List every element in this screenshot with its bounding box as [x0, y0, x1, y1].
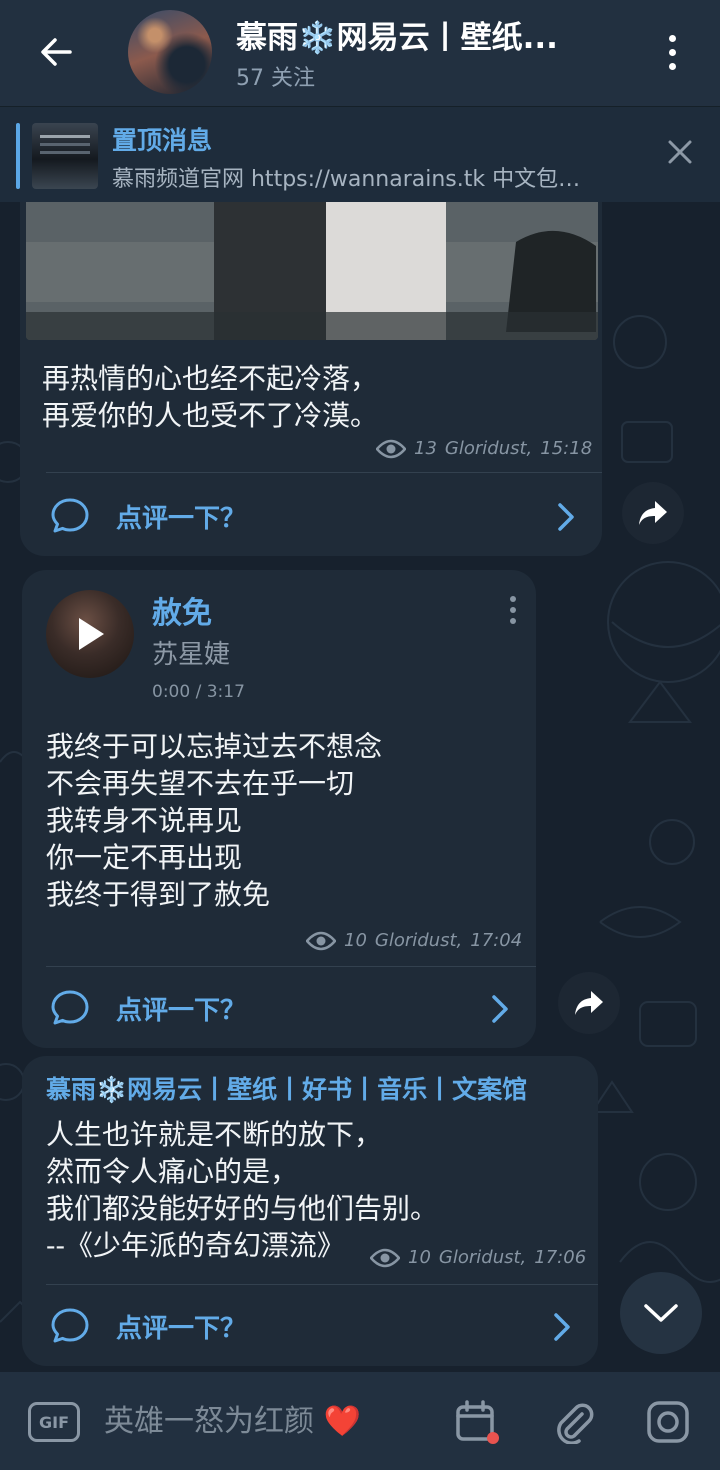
share-icon	[639, 501, 667, 525]
post-author: Gloridust	[374, 930, 457, 951]
message-meta-3: 10 Gloridust, 17:06	[370, 1247, 586, 1268]
comment-icon	[51, 1308, 89, 1343]
post-time: 17:06	[534, 1247, 587, 1268]
channel-subscriber-count: 57 关注	[236, 66, 315, 91]
chevron-down-icon	[644, 1304, 678, 1322]
attach-icon	[557, 1403, 594, 1444]
view-count: 10	[408, 1247, 431, 1268]
pinned-text: 慕雨频道官网 https://wannarains.tk 中文包…	[112, 167, 581, 192]
pinned-thumbnail	[32, 123, 98, 189]
more-vert-icon	[510, 596, 516, 602]
camera-icon	[647, 1401, 689, 1443]
song-title: 赦免	[152, 596, 212, 631]
share-button-2[interactable]	[558, 972, 620, 1034]
post-time: 17:04	[470, 930, 523, 951]
photo-content	[26, 202, 598, 340]
comment-divider	[46, 1284, 598, 1285]
comment-row-1[interactable]: 点评一下？	[20, 474, 602, 556]
scroll-down-button[interactable]	[620, 1272, 702, 1354]
camera-button[interactable]	[644, 1398, 692, 1446]
calendar-icon	[456, 1400, 499, 1444]
eye-icon	[376, 439, 406, 458]
song-time: 0:00 / 3:17	[152, 682, 245, 702]
pinned-message-bar[interactable]: 置顶消息 慕雨频道官网 https://wannarains.tk 中文包…	[0, 106, 720, 202]
post-time: 15:18	[540, 438, 593, 459]
channel-title[interactable]: 慕雨❄️网易云丨壁纸...	[236, 12, 616, 57]
chevron-right-icon	[558, 503, 574, 531]
comment-label: 点评一下？	[116, 504, 247, 534]
pinned-accent-line	[16, 123, 20, 189]
message-text-3: 人生也许就是不断的放下， 然而令人痛心的是， 我们都没能好好的与他们告别。 --…	[46, 1118, 439, 1262]
comment-divider	[46, 472, 602, 473]
more-vert-icon	[668, 34, 676, 42]
message-meta-2: 10 Gloridust, 17:04	[306, 930, 522, 951]
post-author: Gloridust	[438, 1247, 521, 1268]
song-more-button[interactable]	[500, 590, 526, 630]
play-icon	[79, 618, 104, 650]
message-sender[interactable]: 慕雨❄️网易云丨壁纸丨好书丨音乐丨文案馆	[46, 1070, 527, 1106]
more-options-button[interactable]	[652, 24, 692, 80]
message-input[interactable]	[104, 1396, 424, 1446]
schedule-button[interactable]	[452, 1398, 500, 1446]
post-author: Gloridust	[444, 438, 527, 459]
comment-label: 点评一下？	[116, 1314, 247, 1344]
message-text-1: 再热情的心也经不起冷落， 再爱你的人也受不了冷漠。	[42, 362, 379, 432]
comment-row-3[interactable]: 点评一下？	[22, 1286, 598, 1366]
message-photo[interactable]	[26, 202, 598, 340]
comment-label: 点评一下？	[116, 996, 247, 1026]
attach-button[interactable]	[550, 1398, 598, 1446]
channel-avatar[interactable]	[128, 10, 212, 94]
eye-icon	[306, 931, 336, 950]
back-arrow-icon	[41, 38, 72, 66]
comment-icon	[51, 498, 89, 533]
app-header: 慕雨❄️网易云丨壁纸... 57 关注	[0, 0, 720, 106]
chevron-right-icon	[492, 995, 508, 1023]
eye-icon	[370, 1248, 400, 1267]
back-button[interactable]	[26, 22, 86, 82]
message-text-2: 我终于可以忘掉过去不想念 不会再失望不去在乎一切 我转身不说再见 你一定不再出现…	[46, 730, 383, 911]
comment-row-2[interactable]: 点评一下？	[22, 968, 536, 1048]
pinned-close-button[interactable]	[660, 132, 700, 172]
gif-button[interactable]: GIF	[28, 1402, 80, 1442]
chevron-right-icon	[554, 1313, 570, 1341]
share-button-1[interactable]	[622, 482, 684, 544]
music-play-button[interactable]	[46, 590, 134, 678]
pinned-title: 置顶消息	[112, 126, 213, 155]
comment-divider	[46, 966, 536, 967]
message-input-bar: GIF	[0, 1372, 720, 1470]
share-icon	[575, 991, 603, 1015]
song-artist: 苏星婕	[152, 640, 231, 670]
view-count: 10	[344, 930, 367, 951]
message-meta-1: 13 Gloridust, 15:18	[376, 438, 592, 459]
chat-area[interactable]: 再热情的心也经不起冷落， 再爱你的人也受不了冷漠。 13 Gloridust, …	[0, 202, 720, 1372]
close-icon	[668, 140, 692, 164]
view-count: 13	[414, 438, 437, 459]
comment-icon	[51, 990, 89, 1025]
